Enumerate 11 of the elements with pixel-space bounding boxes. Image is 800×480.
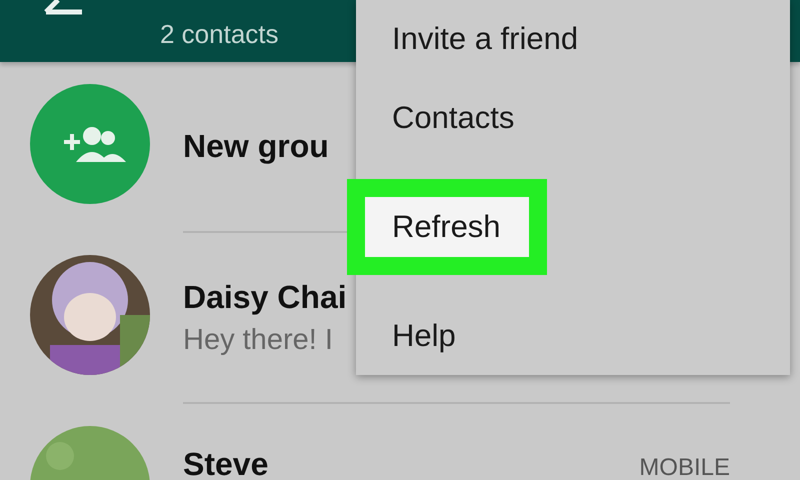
menu-item[interactable]: Refresh [365,208,501,244]
contact-count: 2 contacts [160,19,279,50]
contact-status: Hey there! I [183,324,333,356]
menu-item[interactable]: Invite a friend [356,21,578,58]
phone-type-label: MOBILE [639,454,730,480]
menu-item[interactable]: Help [356,318,456,354]
contact-name[interactable]: Steve [183,446,268,480]
menu-item[interactable]: Contacts [356,100,514,136]
new-group-icon [30,84,150,204]
contact-name[interactable]: Daisy Chai [183,278,347,316]
contact-name[interactable]: New grou [183,128,329,165]
